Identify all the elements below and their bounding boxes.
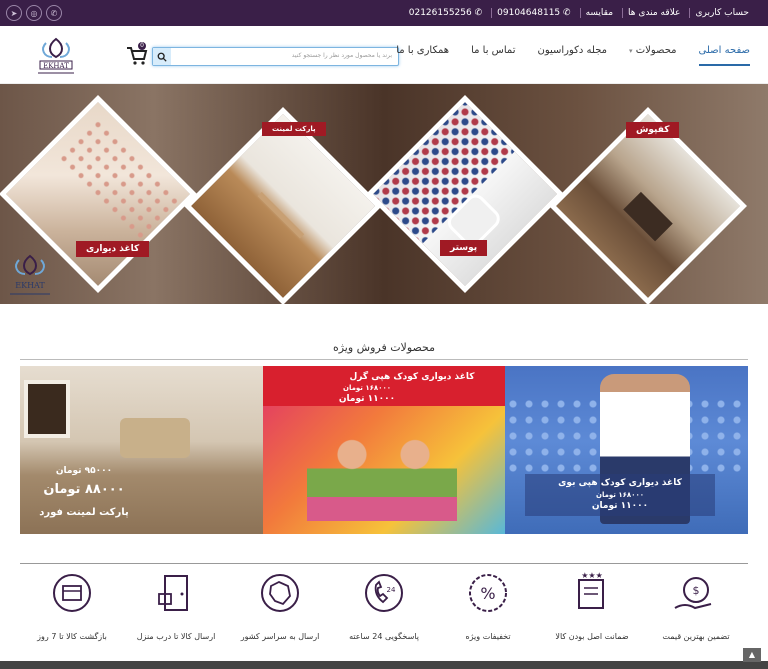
feature-discounts-label: تخفیفات ویژه [465, 632, 511, 641]
feature-door-delivery-label: ارسال کالا تا درب منزل [136, 632, 216, 641]
site-logo[interactable]: EKHAT [34, 35, 78, 77]
feature-door-delivery: ارسال کالا تا درب منزل [124, 564, 228, 661]
scroll-top-button[interactable]: ▲ [743, 648, 761, 662]
kids-on-floor [307, 426, 457, 521]
banner-happy-boy-new-price: ۱۱۰۰۰ تومان [591, 501, 649, 511]
telegram-icon[interactable]: ➤ [6, 5, 22, 21]
feature-best-price-label: تضمین بهترین قیمت [662, 632, 730, 641]
svg-text:%: % [480, 584, 495, 603]
tag-poster[interactable]: پوستر [440, 240, 488, 256]
search-icon [157, 52, 167, 62]
wishlist-link[interactable]: علاقه مندی ها [622, 8, 685, 18]
banner-happy-boy-name: کاغذ دیواری کودک هپی بوی [558, 478, 682, 488]
nav-products-label: محصولات [635, 45, 677, 56]
tag-flooring[interactable]: کفپوش [626, 122, 680, 138]
nav-cooperation[interactable]: همکاری با ما [396, 45, 449, 66]
phone-mobile-text: 09104648115 [497, 8, 561, 18]
wallpaper-pattern [55, 116, 183, 244]
phone-support-icon: 24 [365, 574, 403, 612]
banner-happy-boy-old-price: ۱۶۸۰۰۰ تومان [595, 491, 645, 499]
main-nav: صفحه اصلی محصولات ▾ مجله دکوراسیون تماس … [396, 45, 750, 66]
banner-laminate-new-price: ۸۸۰۰۰ تومان [43, 482, 125, 497]
svg-text:$: $ [693, 584, 700, 597]
chevron-down-icon: ▾ [629, 47, 633, 55]
nav-home[interactable]: صفحه اصلی [698, 45, 750, 66]
door-delivery-icon [158, 575, 188, 611]
search-button[interactable] [153, 48, 171, 65]
nav-products[interactable]: محصولات ▾ [629, 45, 676, 66]
svg-text:★★★: ★★★ [581, 571, 603, 580]
svg-text:EKHAT: EKHAT [43, 62, 69, 70]
banner-laminate-name: پارکت لمینت فورد [39, 507, 129, 518]
account-link[interactable]: حساب کاربری [689, 8, 754, 18]
certificate-icon: ★★★ [578, 571, 604, 609]
feature-return: بازگشت کالا تا 7 روز [20, 564, 124, 661]
phone-landline: ✆ 02126155256 [408, 8, 483, 18]
search-box[interactable]: برند یا محصول مورد نظر را جستجو کنید [152, 47, 399, 66]
social-links: ➤ ◎ ✆ [6, 5, 62, 21]
top-links: حساب کاربری علاقه مندی ها مقایسه ✆ 09104… [404, 0, 754, 26]
banner-happy-boy[interactable]: کاغذ دیواری کودک هپی بوی ۱۶۸۰۰۰ تومان ۱۱… [505, 366, 748, 534]
phone-landline-text: 02126155256 [408, 8, 472, 18]
armchair [120, 418, 190, 458]
site-header: EKHAT 0 برند یا محصول مورد نظر را جستجو … [0, 26, 768, 84]
banner-happy-girl-new-price: ۱۱۰۰۰ تومان [338, 394, 396, 404]
feature-best-price: $ تضمین بهترین قیمت [644, 564, 748, 661]
price-guarantee-icon: $ [674, 577, 712, 610]
special-sale-title: محصولات فروش ویژه [332, 341, 436, 354]
laminate-table [257, 191, 305, 239]
feature-nationwide: ارسال به سراسر کشور [228, 564, 332, 661]
feature-support-label: پاسخگویی 24 ساعته [349, 632, 419, 641]
feature-support: 24 پاسخگویی 24 ساعته [332, 564, 436, 661]
svg-text:EKHAT: EKHAT [15, 281, 45, 290]
tag-laminate[interactable]: پارکت لمینت [262, 122, 326, 136]
category-laminate-image[interactable] [184, 107, 382, 304]
percent-icon: % [469, 574, 507, 612]
feature-return-label: بازگشت کالا تا 7 روز [37, 632, 107, 641]
banner-happy-girl[interactable]: کاغذ دیواری کودک هپی گرل ۱۶۸۰۰۰ تومان ۱۱… [262, 366, 505, 534]
tag-wallpaper[interactable]: کاغذ دیواری [76, 241, 150, 257]
banner-laminate-old-price: ۹۵۰۰۰ تومان [55, 466, 113, 476]
cart-count: 0 [138, 42, 146, 50]
flooring-sofa [623, 191, 673, 242]
banner-happy-girl-old-price: ۱۶۸۰۰۰ تومان [342, 384, 392, 392]
footer-bar [0, 661, 768, 669]
hero-watermark-logo: EKHAT [6, 252, 54, 300]
category-poster-image[interactable] [366, 95, 564, 293]
search-input[interactable]: برند یا محصول مورد نظر را جستجو کنید [292, 52, 392, 59]
phone-mobile: ✆ 09104648115 [491, 8, 575, 18]
nav-contact[interactable]: تماس با ما [471, 45, 515, 66]
whatsapp-icon[interactable]: ✆ [46, 5, 62, 21]
feature-nationwide-label: ارسال به سراسر کشور [240, 632, 320, 641]
compare-link[interactable]: مقایسه [579, 8, 618, 18]
fireplace [24, 380, 70, 438]
instagram-icon[interactable]: ◎ [26, 5, 42, 21]
chevron-up-icon: ▲ [748, 650, 756, 659]
feature-original: ★★★ ضمانت اصل بودن کالا [540, 564, 644, 661]
top-bar: ➤ ◎ ✆ حساب کاربری علاقه مندی ها مقایسه ✆… [0, 0, 768, 26]
feature-original-label: ضمانت اصل بودن کالا [555, 632, 629, 641]
banner-happy-girl-name: کاغذ دیواری کودک هپی گرل [349, 372, 475, 382]
return-box-icon [53, 574, 91, 612]
divider [20, 359, 748, 360]
hero-slider[interactable]: کفپوش پوستر پارکت لمینت کاغذ دیواری EKHA… [0, 84, 768, 304]
nav-magazine[interactable]: مجله دکوراسیون [537, 45, 607, 66]
features-strip: $ تضمین بهترین قیمت ★★★ ضمانت اصل بودن ک… [20, 563, 748, 661]
feature-discounts: % تخفیفات ویژه [436, 564, 540, 661]
cart-button[interactable]: 0 [126, 42, 148, 66]
banner-laminate-ford[interactable]: ۹۵۰۰۰ تومان ۸۸۰۰۰ تومان پارکت لمینت فورد [20, 366, 263, 534]
svg-text:24: 24 [387, 586, 396, 594]
map-icon [261, 574, 299, 612]
